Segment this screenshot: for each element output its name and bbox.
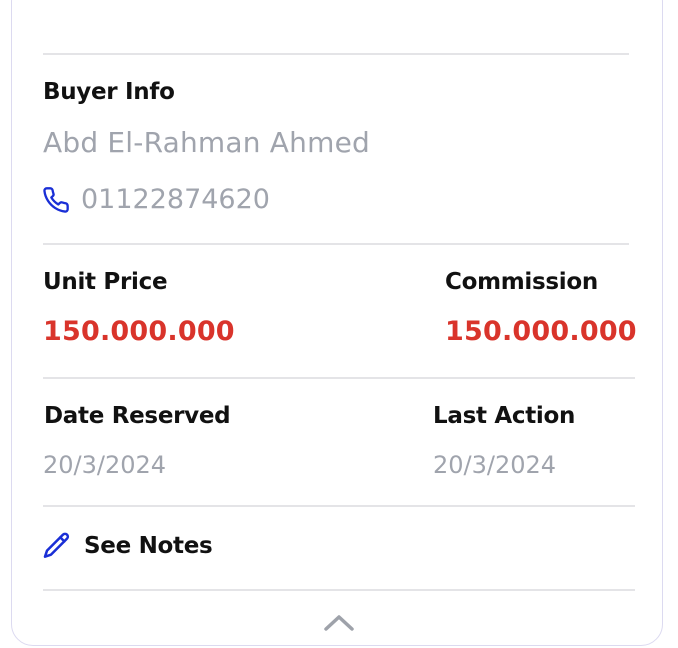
pencil-icon bbox=[41, 530, 73, 562]
buyer-info-heading: Buyer Info bbox=[43, 79, 175, 105]
last-action-value: 20/3/2024 bbox=[433, 451, 557, 479]
divider-pricing bbox=[43, 377, 635, 379]
phone-icon[interactable] bbox=[42, 186, 70, 214]
chevron-up-icon[interactable] bbox=[323, 613, 355, 633]
commission-value: 150.000.000 bbox=[445, 316, 637, 347]
unit-price-value: 150.000.000 bbox=[43, 316, 235, 347]
date-reserved-label: Date Reserved bbox=[44, 403, 231, 429]
divider-notes bbox=[43, 589, 635, 591]
reservation-card: Buyer Info Abd El-Rahman Ahmed 011228746… bbox=[11, 0, 663, 646]
divider-buyer bbox=[43, 243, 629, 245]
commission-label: Commission bbox=[445, 269, 598, 295]
last-action-label: Last Action bbox=[433, 403, 576, 429]
divider-dates bbox=[43, 505, 635, 507]
see-notes-label: See Notes bbox=[84, 533, 213, 559]
buyer-name: Abd El-Rahman Ahmed bbox=[43, 126, 370, 159]
see-notes-button[interactable]: See Notes bbox=[41, 529, 213, 563]
buyer-phone[interactable]: 01122874620 bbox=[81, 184, 270, 215]
date-reserved-value: 20/3/2024 bbox=[43, 451, 167, 479]
divider-top bbox=[43, 53, 629, 55]
unit-price-label: Unit Price bbox=[43, 269, 168, 295]
